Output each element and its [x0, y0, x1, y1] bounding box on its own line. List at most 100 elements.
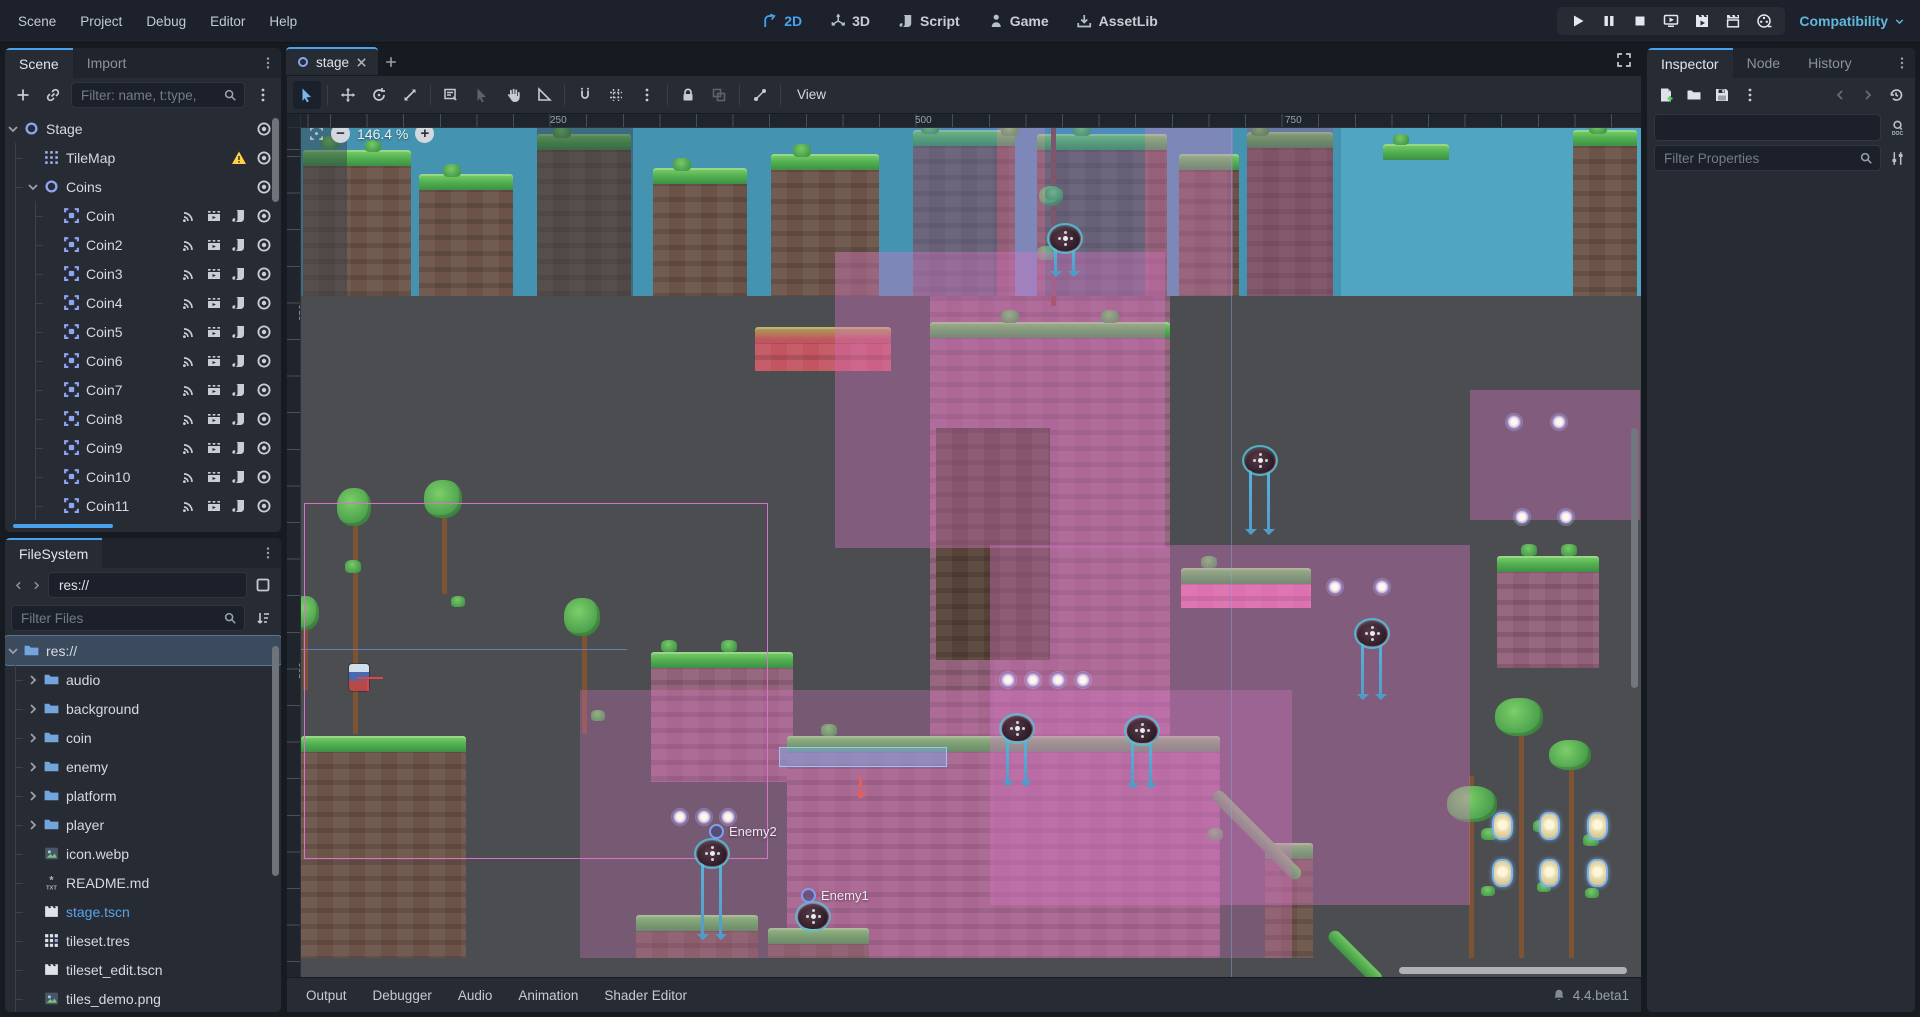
- play-button[interactable]: [1569, 12, 1587, 30]
- ruler-tool[interactable]: [530, 81, 558, 109]
- scene-node-row-coin8[interactable]: Coin8: [5, 404, 281, 433]
- fs-item-row-tiles-demo-png[interactable]: tiles_demo.png: [5, 984, 281, 1012]
- pause-button[interactable]: [1600, 12, 1618, 30]
- history-back-button[interactable]: [1828, 83, 1852, 107]
- bottom-tab-debugger[interactable]: Debugger: [362, 984, 443, 1007]
- eye-icon[interactable]: [256, 440, 272, 456]
- scene-node-row-coin9[interactable]: Coin9: [5, 433, 281, 462]
- scene-node-row-coin5[interactable]: Coin5: [5, 317, 281, 346]
- glow-coin-sprite[interactable]: [1492, 859, 1513, 887]
- film-icon[interactable]: [206, 498, 222, 514]
- script-icon[interactable]: [231, 324, 247, 340]
- enemy-node[interactable]: [1050, 226, 1080, 251]
- scene-tab-stage[interactable]: stage: [286, 47, 378, 75]
- script-icon[interactable]: [231, 266, 247, 282]
- canvas-h-scrollbar[interactable]: [1399, 967, 1627, 974]
- film-icon[interactable]: [206, 469, 222, 485]
- signal-icon[interactable]: [181, 440, 197, 456]
- scene-filter-input[interactable]: [79, 87, 218, 104]
- signal-icon[interactable]: [181, 469, 197, 485]
- coin-sprite[interactable]: [1514, 509, 1530, 525]
- coin-sprite[interactable]: [672, 809, 688, 825]
- enemy-node[interactable]: [798, 904, 828, 929]
- coin-sprite[interactable]: [1025, 672, 1041, 688]
- script-icon[interactable]: [231, 498, 247, 514]
- fs-item-row-enemy[interactable]: enemy: [5, 752, 281, 781]
- coin-sprite[interactable]: [1000, 672, 1016, 688]
- fs-item-row-stage-tscn[interactable]: stage.tscn: [5, 897, 281, 926]
- bottom-tab-shader-editor[interactable]: Shader Editor: [593, 984, 698, 1007]
- add-node-button[interactable]: [11, 83, 35, 107]
- inspector-dock-menu-icon[interactable]: [1895, 56, 1909, 70]
- eye-icon[interactable]: [256, 237, 272, 253]
- glow-coin-sprite[interactable]: [1539, 859, 1560, 887]
- workspace-tab-2d[interactable]: 2D: [752, 9, 812, 33]
- enemy-node[interactable]: [697, 841, 727, 866]
- chevron-right-icon[interactable]: [25, 788, 41, 804]
- scene-node-row-stage[interactable]: Stage: [5, 114, 281, 143]
- fs-tree-scrollbar[interactable]: [272, 646, 279, 876]
- eye-icon[interactable]: [256, 469, 272, 485]
- scene-node-row-coin[interactable]: Coin: [5, 201, 281, 230]
- fs-item-row-player[interactable]: player: [5, 810, 281, 839]
- film-icon[interactable]: [206, 208, 222, 224]
- signal-icon[interactable]: [181, 208, 197, 224]
- bottom-tab-animation[interactable]: Animation: [507, 984, 589, 1007]
- workspace-tab-game[interactable]: Game: [978, 9, 1059, 33]
- scene-tree-scrollbar[interactable]: [272, 118, 279, 202]
- fs-item-row-background[interactable]: background: [5, 694, 281, 723]
- scene-node-row-coin4[interactable]: Coin4: [5, 288, 281, 317]
- script-icon[interactable]: [231, 469, 247, 485]
- pan-tool[interactable]: [499, 81, 527, 109]
- coin-sprite[interactable]: [696, 809, 712, 825]
- fs-path-input[interactable]: [57, 577, 238, 594]
- fs-item-row-coin[interactable]: coin: [5, 723, 281, 752]
- script-icon[interactable]: [231, 411, 247, 427]
- menu-project[interactable]: Project: [70, 9, 132, 34]
- tab-history[interactable]: History: [1794, 48, 1866, 78]
- coin-sprite[interactable]: [1506, 414, 1522, 430]
- fs-item-row-readme-md[interactable]: *TXTREADME.md: [5, 868, 281, 897]
- menu-editor[interactable]: Editor: [200, 9, 255, 34]
- scene-node-row-coins[interactable]: Coins: [5, 172, 281, 201]
- eye-icon[interactable]: [256, 324, 272, 340]
- instance-scene-button[interactable]: [41, 83, 65, 107]
- menu-debug[interactable]: Debug: [136, 9, 196, 34]
- workspace-tab-assetlib[interactable]: AssetLib: [1067, 9, 1168, 33]
- signal-icon[interactable]: [181, 295, 197, 311]
- scene-node-row-coin10[interactable]: Coin10: [5, 462, 281, 491]
- inspector-filter[interactable]: [1654, 145, 1881, 171]
- tab-filesystem[interactable]: FileSystem: [5, 538, 102, 568]
- move-tool[interactable]: [334, 81, 362, 109]
- eye-icon[interactable]: [256, 353, 272, 369]
- coin-sprite[interactable]: [1551, 414, 1567, 430]
- scene-node-row-tilemap[interactable]: TileMap: [5, 143, 281, 172]
- resource-extra-menu[interactable]: [1738, 83, 1762, 107]
- script-icon[interactable]: [231, 208, 247, 224]
- fs-filter-input[interactable]: [19, 610, 218, 627]
- script-icon[interactable]: [231, 295, 247, 311]
- smart-snap-toggle[interactable]: [571, 81, 599, 109]
- load-resource-button[interactable]: [1682, 83, 1706, 107]
- script-icon[interactable]: [231, 237, 247, 253]
- open-docs-button[interactable]: DOC: [1886, 117, 1908, 139]
- object-history-button[interactable]: [1884, 83, 1908, 107]
- signal-icon[interactable]: [181, 237, 197, 253]
- film-icon[interactable]: [206, 266, 222, 282]
- signal-icon[interactable]: [181, 411, 197, 427]
- signal-icon[interactable]: [181, 382, 197, 398]
- scale-tool[interactable]: [396, 81, 424, 109]
- group-selection-button[interactable]: [705, 81, 733, 109]
- eye-icon[interactable]: [256, 121, 272, 137]
- snap-options-menu[interactable]: [633, 81, 661, 109]
- fs-item-row-tileset-tres[interactable]: tileset.tres: [5, 926, 281, 955]
- fs-item-row-audio[interactable]: audio: [5, 665, 281, 694]
- chevron-down-icon[interactable]: [5, 121, 21, 137]
- movie-maker-toggle[interactable]: [1755, 12, 1773, 30]
- expand-viewport-button[interactable]: [1616, 52, 1636, 72]
- renderer-selector[interactable]: Compatibility: [1799, 13, 1906, 29]
- eye-icon[interactable]: [256, 266, 272, 282]
- chevron-right-icon[interactable]: [25, 730, 41, 746]
- bell-icon[interactable]: [1552, 988, 1566, 1002]
- center-view-icon[interactable]: [309, 128, 324, 141]
